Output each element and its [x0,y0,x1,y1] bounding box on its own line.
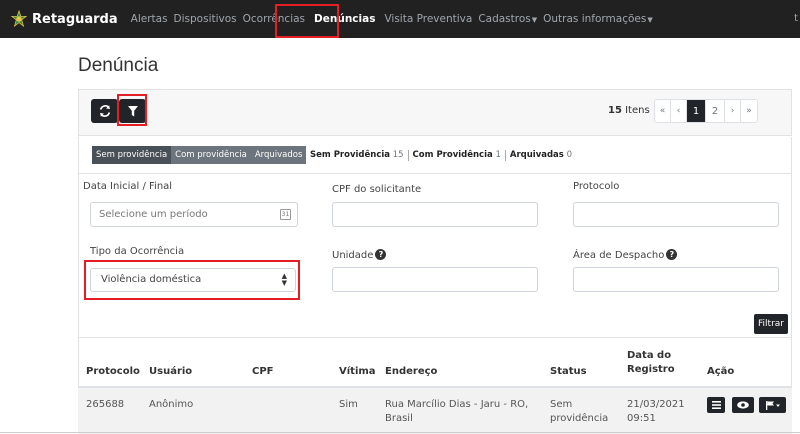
tipo-ocorrencia-label: Tipo da Ocorrência [90,246,185,257]
cell-endereco-line1: Rua Marcílio Dias - Jaru - RO, [385,399,529,410]
cell-protocolo: 265688 [86,399,125,410]
count-com-providencia: Com Providência 1 [409,149,506,161]
unidade-label-text: Unidade [332,250,374,261]
th-data-line1: Data do [627,350,672,361]
unidade-label: Unidade? [332,249,387,261]
cell-vitima: Sim [339,399,358,410]
protocolo-input[interactable] [573,202,779,227]
th-data-line2: Registro [627,364,675,375]
help-icon[interactable]: ? [666,249,678,260]
th-usuario[interactable]: Usuário [149,365,192,379]
cell-status: Sem providência [550,398,608,426]
cpf-input[interactable] [332,202,538,227]
filter-submit-button[interactable]: Filtrar [754,314,788,334]
filter-form [78,173,792,337]
nav-right-fragment[interactable]: t [794,13,798,24]
highlight-denuncias-box [275,4,339,38]
nav-outras-informacoes-dropdown[interactable]: Outras informações▼ [540,13,656,25]
th-acao: Ação [707,366,735,377]
view-button[interactable] [732,397,754,413]
cell-data-registro: 21/03/2021 09:51 [627,398,685,426]
cpf-label: CPF do solicitante [332,184,422,195]
highlight-filter-box [117,94,147,126]
tab-sem-providencia[interactable]: Sem providência [92,146,172,164]
flag-dropdown-button[interactable] [759,397,786,413]
count-sem-providencia: Sem Providência 15 [310,149,409,161]
flag-icon [765,400,780,410]
protocolo-label: Protocolo [573,181,620,192]
status-counts: Sem Providência 15 Com Providência 1 Arq… [310,146,576,164]
pagination-page-1[interactable]: 1 [687,100,706,122]
details-list-button[interactable] [707,397,725,413]
items-count-value: 15 [608,105,622,116]
bottom-border [0,432,800,433]
status-tab-group: Sem providência Com providência Arquivad… [92,146,307,164]
caret-down-icon: ▼ [531,16,538,24]
items-count-label: Itens [625,105,650,116]
th-data-registro[interactable]: Data do Registro [627,349,675,377]
page-title: Denúncia [78,55,159,76]
cell-status-line1: Sem [550,399,573,410]
tab-com-providencia[interactable]: Com providência [171,146,251,164]
cell-endereco: Rua Marcílio Dias - Jaru - RO, Brasil [385,398,528,426]
th-vitima[interactable]: Vítima [339,365,376,379]
count-label: Com Providência [412,149,493,160]
brand-name: Retaguarda [32,11,118,27]
nav-cadastros-dropdown[interactable]: Cadastros▼ [475,13,540,25]
brand[interactable]: Retaguarda [10,10,118,28]
pagination-next[interactable]: › [725,100,741,122]
area-despacho-input[interactable] [573,267,779,292]
area-despacho-label: Área de Despacho? [573,249,678,261]
eye-icon [737,401,749,409]
nav-alertas[interactable]: Alertas [128,13,171,25]
area-despacho-label-text: Área de Despacho [573,250,665,261]
list-icon [711,401,721,409]
pagination-prev[interactable]: ‹ [671,100,687,122]
count-label: Arquivadas [509,149,564,160]
pagination: « ‹ 1 2 › » [654,99,758,123]
pagination-last[interactable]: » [741,100,757,122]
date-range-label: Data Inicial / Final [83,181,173,192]
date-range-input[interactable]: Selecione um período 31 [90,202,298,227]
items-count: 15 Itens [608,105,650,116]
unidade-input[interactable] [332,267,538,292]
cell-data-line1: 21/03/2021 [627,399,685,410]
cell-data-line2: 09:51 [627,413,656,424]
calendar-icon: 31 [280,209,291,220]
caret-down-icon: ▼ [647,16,653,24]
th-protocolo[interactable]: Protocolo [86,365,140,379]
th-cpf[interactable]: CPF [252,365,274,379]
cell-endereco-line2: Brasil [385,413,413,424]
count-value: 15 [392,149,404,160]
cell-status-line2: providência [550,413,609,424]
nav-dispositivos[interactable]: Dispositivos [171,13,240,25]
refresh-icon [99,105,110,117]
refresh-button[interactable] [91,99,118,123]
brand-logo-icon [10,10,28,28]
highlight-tipo-box [84,260,300,300]
nav-cadastros-label: Cadastros [478,13,531,25]
count-arquivadas: Arquivadas 0 [506,150,576,161]
date-range-placeholder: Selecione um período [99,209,208,220]
help-icon[interactable]: ? [375,249,387,260]
count-label: Sem Providência [310,149,391,160]
count-value: 0 [566,149,572,160]
pagination-first[interactable]: « [655,100,671,122]
top-navbar: Retaguarda Alertas Dispositivos Ocorrênc… [0,0,800,38]
nav-outras-label: Outras informações [543,13,647,25]
nav-visita-preventiva[interactable]: Visita Preventiva [381,13,475,25]
cell-usuario: Anônimo [149,399,194,410]
th-endereco[interactable]: Endereço [385,365,437,379]
th-status[interactable]: Status [550,365,587,379]
pagination-page-2[interactable]: 2 [706,100,725,122]
tab-arquivados[interactable]: Arquivados [250,146,307,164]
count-value: 1 [495,149,501,160]
